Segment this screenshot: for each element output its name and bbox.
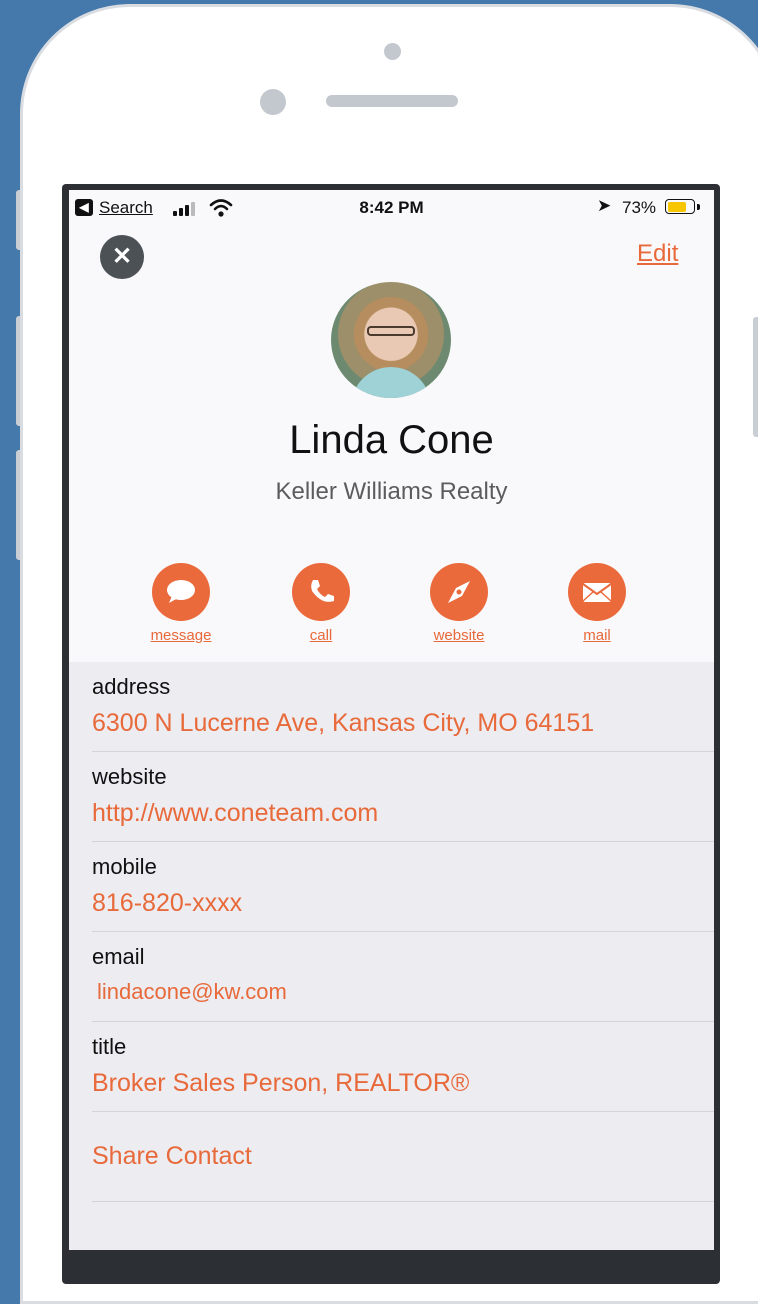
- mail-action-button[interactable]: mail: [557, 563, 637, 644]
- website-label: website: [92, 764, 167, 789]
- mobile-value[interactable]: 816-820-xxxx: [92, 889, 242, 918]
- email-row[interactable]: email lindacone@kw.com: [69, 932, 714, 1022]
- close-icon[interactable]: ✕: [100, 235, 144, 279]
- website-action-label[interactable]: website: [419, 627, 499, 644]
- earpiece-speaker: [326, 95, 458, 107]
- title-label: title: [92, 1034, 127, 1059]
- front-camera: [384, 43, 401, 60]
- share-contact-button[interactable]: Share Contact: [92, 1142, 252, 1171]
- battery-percentage: 73%: [622, 198, 657, 217]
- contact-company: Keller Williams Realty: [275, 478, 508, 505]
- avatar-glasses: [367, 326, 415, 336]
- compass-icon[interactable]: [430, 563, 488, 621]
- location-arrow-icon: ➤: [597, 196, 612, 215]
- edit-button[interactable]: Edit: [637, 240, 678, 268]
- mobile-row[interactable]: mobile 816-820-xxxx: [69, 842, 714, 932]
- contact-details-list: address 6300 N Lucerne Ave, Kansas City,…: [69, 662, 714, 1250]
- power-button: [753, 317, 758, 437]
- website-value[interactable]: http://www.coneteam.com: [92, 799, 378, 828]
- website-action-button[interactable]: website: [419, 563, 499, 644]
- address-label: address: [92, 674, 171, 699]
- mail-action-label[interactable]: mail: [557, 627, 637, 644]
- contact-name: Linda Cone: [289, 418, 494, 462]
- email-value[interactable]: lindacone@kw.com: [97, 979, 287, 1005]
- divider: [92, 1201, 714, 1202]
- address-value[interactable]: 6300 N Lucerne Ave, Kansas City, MO 6415…: [92, 709, 594, 738]
- email-label: email: [92, 944, 145, 969]
- message-action-label[interactable]: message: [141, 627, 221, 644]
- battery-icon: [665, 199, 695, 214]
- contact-card-screen: ◀ Search 8:42 PM ➤ 73% ✕ Edit Linda Cone…: [69, 190, 714, 1250]
- avatar: [331, 282, 451, 398]
- avatar-shirt: [351, 367, 431, 398]
- battery-level-fill: [667, 201, 686, 212]
- proximity-sensor: [260, 89, 286, 115]
- title-row: title Broker Sales Person, REALTOR®: [69, 1022, 714, 1112]
- message-bubble-icon[interactable]: [152, 563, 210, 621]
- address-row[interactable]: address 6300 N Lucerne Ave, Kansas City,…: [69, 662, 714, 752]
- share-contact-row[interactable]: Share Contact: [69, 1112, 714, 1202]
- title-value: Broker Sales Person, REALTOR®: [92, 1069, 470, 1097]
- phone-icon[interactable]: [292, 563, 350, 621]
- battery-tip: [697, 204, 700, 210]
- message-action-button[interactable]: message: [141, 563, 221, 644]
- call-action-label[interactable]: call: [281, 627, 361, 644]
- website-row[interactable]: website http://www.coneteam.com: [69, 752, 714, 842]
- mobile-label: mobile: [92, 854, 157, 879]
- envelope-icon[interactable]: [568, 563, 626, 621]
- status-time: 8:42 PM: [359, 198, 424, 217]
- call-action-button[interactable]: call: [281, 563, 361, 644]
- status-bar: ◀ Search 8:42 PM ➤ 73%: [69, 190, 714, 224]
